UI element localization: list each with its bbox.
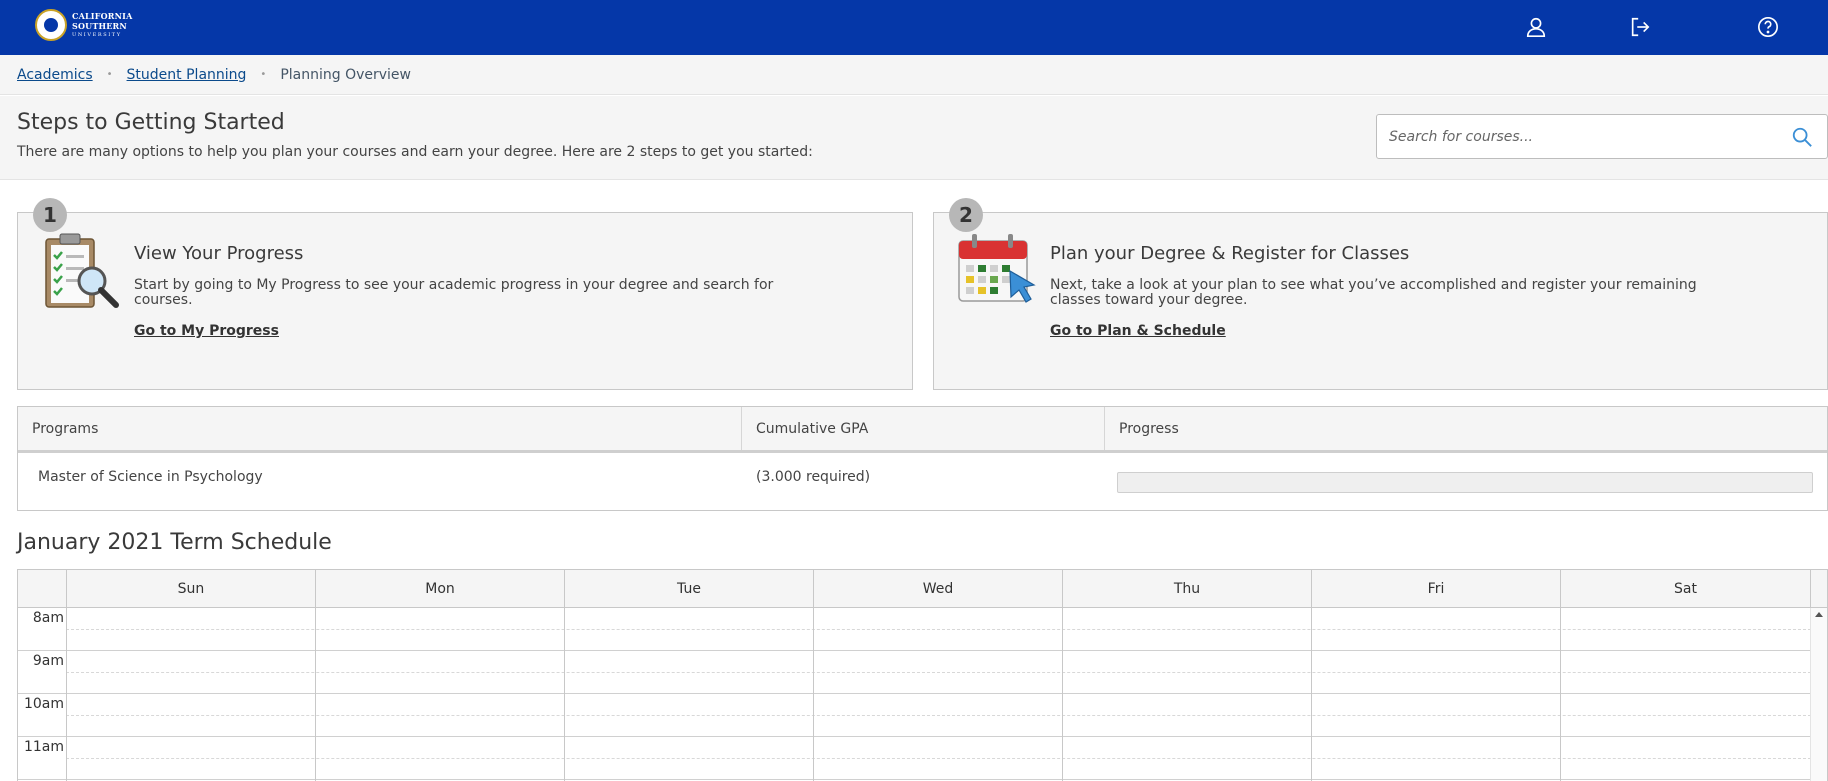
step-1-description: Start by going to My Progress to see you… [134, 277, 774, 308]
course-search-box [1376, 114, 1828, 159]
column-header-cumulative-gpa: Cumulative GPA [742, 407, 1105, 450]
breadcrumb-separator: • [260, 69, 267, 80]
day-divider [315, 608, 316, 781]
help-icon [1758, 17, 1778, 37]
day-divider [66, 608, 67, 781]
hour-row-8am[interactable]: 8am [18, 608, 1811, 651]
day-divider [1560, 608, 1561, 781]
breadcrumb-academics[interactable]: Academics [17, 67, 93, 83]
day-header-fri: Fri [1311, 570, 1560, 607]
breadcrumb: Academics • Student Planning • Planning … [0, 55, 1828, 95]
day-divider [564, 608, 565, 781]
go-to-plan-schedule-link[interactable]: Go to Plan & Schedule [1050, 323, 1226, 339]
day-header-mon: Mon [315, 570, 564, 607]
calendar-cursor-icon [958, 234, 1036, 303]
course-search-input[interactable] [1377, 115, 1777, 158]
university-seal-icon [35, 9, 67, 41]
logo-line-1: CALIFORNIA [72, 11, 133, 21]
column-header-progress: Progress [1119, 420, 1179, 437]
column-header-programs: Programs [18, 407, 742, 450]
search-icon[interactable] [1791, 126, 1813, 148]
term-schedule-title: January 2021 Term Schedule [17, 530, 332, 555]
step-card-plan-register: Plan your Degree & Register for Classes … [933, 212, 1828, 390]
go-to-my-progress-link[interactable]: Go to My Progress [134, 323, 279, 339]
hour-label: 9am [32, 653, 64, 669]
calendar-scrollbar[interactable] [1810, 608, 1827, 781]
day-header-sun: Sun [66, 570, 315, 607]
step-card-view-progress: View Your Progress Start by going to My … [17, 212, 913, 390]
step-2-badge: 2 [949, 198, 983, 232]
university-logo[interactable]: CALIFORNIA SOUTHERN UNIVERSITY [35, 8, 133, 42]
calendar-day-header: Sun Mon Tue Wed Thu Fri Sat [18, 570, 1827, 608]
getting-started-header: Steps to Getting Started There are many … [0, 96, 1828, 180]
logo-line-3: UNIVERSITY [72, 32, 122, 38]
program-progress-bar [1117, 472, 1813, 493]
program-name[interactable]: Master of Science in Psychology [38, 469, 263, 485]
day-header-sat: Sat [1560, 570, 1811, 607]
help-button[interactable] [1754, 13, 1782, 41]
user-icon [1526, 17, 1546, 37]
step-2-description: Next, take a look at your plan to see wh… [1050, 277, 1697, 308]
top-header-bar: CALIFORNIA SOUTHERN UNIVERSITY [0, 0, 1828, 55]
user-profile-button[interactable] [1522, 13, 1550, 41]
day-header-tue: Tue [564, 570, 813, 607]
step-1-badge: 1 [33, 198, 67, 232]
day-divider [1062, 608, 1063, 781]
sign-out-button[interactable] [1626, 13, 1654, 41]
hour-row-10am[interactable]: 10am [18, 694, 1811, 737]
day-divider [813, 608, 814, 781]
scroll-up-arrow-icon[interactable] [1815, 612, 1823, 617]
hour-row-9am[interactable]: 9am [18, 651, 1811, 694]
program-gpa: (3.000 required) [756, 469, 871, 485]
programs-table: Programs Cumulative GPA Progress Master … [17, 406, 1828, 511]
page-title: Steps to Getting Started [17, 110, 285, 135]
breadcrumb-student-planning[interactable]: Student Planning [127, 67, 247, 83]
term-schedule-calendar: Sun Mon Tue Wed Thu Fri Sat 8am 9am 10am… [17, 569, 1828, 781]
programs-table-header: Programs Cumulative GPA Progress [18, 407, 1827, 453]
step-1-title: View Your Progress [134, 243, 304, 264]
day-header-wed: Wed [813, 570, 1062, 607]
breadcrumb-current: Planning Overview [280, 66, 411, 83]
sign-out-icon [1631, 17, 1650, 37]
day-header-thu: Thu [1062, 570, 1311, 607]
hour-label: 8am [32, 610, 64, 626]
hour-row-11am[interactable]: 11am [18, 737, 1811, 780]
day-divider [1311, 608, 1312, 781]
step-2-title: Plan your Degree & Register for Classes [1050, 243, 1410, 264]
hour-label: 11am [23, 739, 64, 755]
breadcrumb-separator: • [106, 69, 113, 80]
hour-label: 10am [23, 696, 64, 712]
clipboard-magnifier-icon [45, 233, 119, 308]
page-subtitle: There are many options to help you plan … [17, 144, 813, 160]
logo-line-2: SOUTHERN [72, 21, 127, 31]
